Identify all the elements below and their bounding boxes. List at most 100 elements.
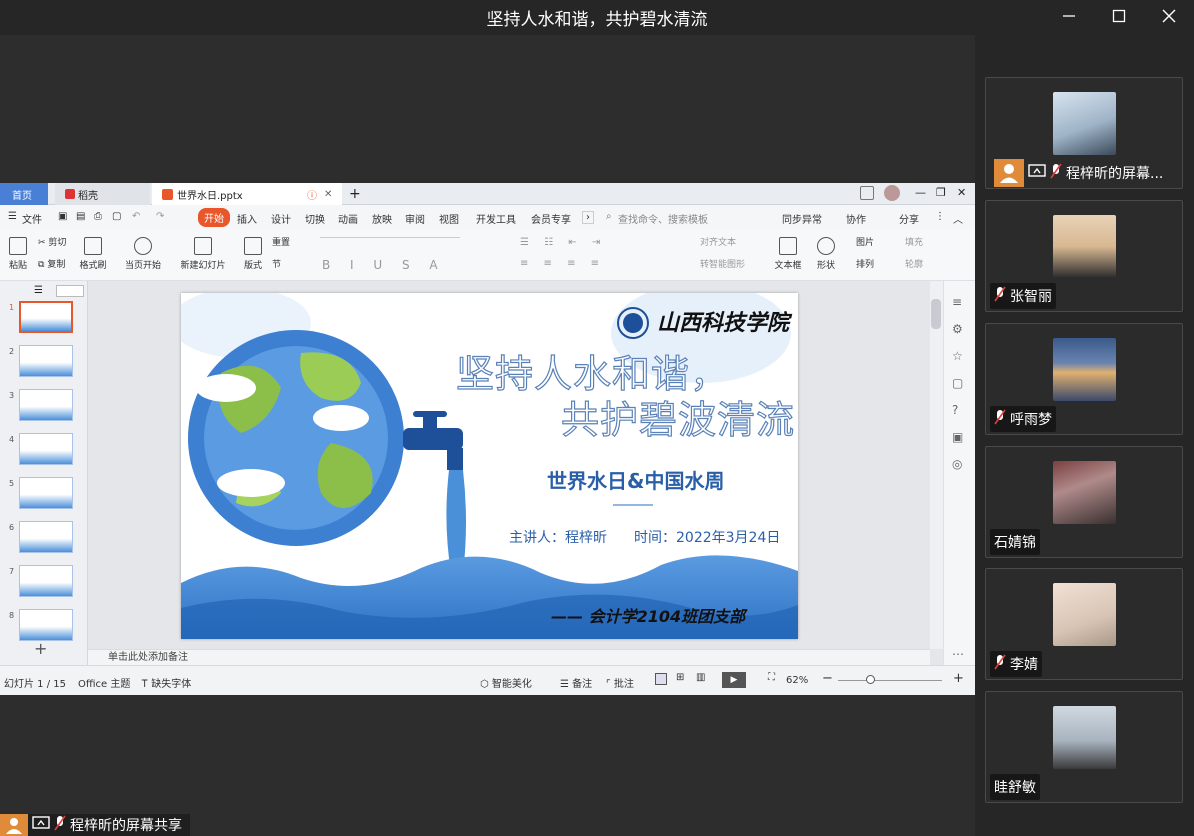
fit-window-icon[interactable]: ⛶ xyxy=(768,672,775,683)
zoom-slider-knob[interactable] xyxy=(866,675,876,684)
participant-card[interactable]: 李婧 xyxy=(985,568,1183,680)
menu-insert[interactable]: 插入 xyxy=(237,211,257,226)
zoom-level[interactable]: 62% xyxy=(786,675,808,686)
theme-name[interactable]: Office 主题 xyxy=(78,675,130,690)
textbox-button[interactable]: 文本框 xyxy=(770,237,806,271)
menu-review[interactable]: 审阅 xyxy=(405,211,425,226)
new-slide-button[interactable]: 新建幻灯片 xyxy=(178,237,228,271)
slide-thumbnail[interactable] xyxy=(19,433,73,465)
sync-status[interactable]: 同步异常 xyxy=(782,211,822,226)
print-icon[interactable]: ⎙ xyxy=(94,211,102,222)
shape-button[interactable]: 形状 xyxy=(812,237,840,271)
notes-area[interactable]: 单击此处添加备注 xyxy=(88,649,930,665)
new-tab-button[interactable]: + xyxy=(345,183,365,205)
more-tabs-icon[interactable]: › xyxy=(582,211,594,224)
reading-view-icon[interactable]: ▥ xyxy=(696,672,705,683)
avatar[interactable] xyxy=(884,185,900,201)
more-icon[interactable]: ⋮ xyxy=(935,211,945,222)
command-search[interactable]: 查找命令、搜索模板 xyxy=(618,211,708,226)
preview-icon[interactable]: ▢ xyxy=(112,211,121,222)
more-icon[interactable]: ⋯ xyxy=(952,647,964,661)
slide-thumbnail[interactable] xyxy=(19,477,73,509)
share-button[interactable]: 分享 xyxy=(899,211,919,226)
participant-card[interactable]: 石婧锦 xyxy=(985,446,1183,558)
scroll-thumb[interactable] xyxy=(931,299,941,329)
slide-thumbnail[interactable] xyxy=(19,565,73,597)
wps-minimize-icon[interactable]: — xyxy=(915,186,926,199)
zoom-slider[interactable] xyxy=(838,680,942,681)
layout-icon[interactable] xyxy=(860,186,874,200)
menu-slideshow[interactable]: 放映 xyxy=(372,211,392,226)
cut-button[interactable]: ✂ 剪切 xyxy=(38,235,66,248)
participant-label: 李婧 xyxy=(990,651,1042,677)
collaborate-button[interactable]: 协作 xyxy=(846,211,866,226)
slide-thumbnail[interactable] xyxy=(19,345,73,377)
font-family-field[interactable] xyxy=(320,237,460,238)
minimize-button[interactable] xyxy=(1044,0,1094,32)
align-text-button[interactable]: 对齐文本 xyxy=(700,235,736,248)
participant-card[interactable]: 呼雨梦 xyxy=(985,323,1183,435)
export-icon[interactable]: ▤ xyxy=(76,211,85,222)
section-button[interactable]: 节 xyxy=(272,257,281,270)
slide-thumbnail[interactable] xyxy=(19,301,73,333)
play-from-current-button[interactable]: 当页开始 xyxy=(122,237,164,271)
hamburger-icon[interactable]: ☰ xyxy=(8,211,17,222)
slide-thumbnail[interactable] xyxy=(19,521,73,553)
align-buttons[interactable]: ≡ ≡ ≡ ≡ xyxy=(520,258,605,269)
slide-scrollbar[interactable] xyxy=(930,281,943,649)
zoom-out-icon[interactable]: − xyxy=(822,671,833,686)
current-slide[interactable]: 山西科技学院 坚持人水和谐， 共护碧波清流 世界水日&中国水周 主讲人：程梓昕 … xyxy=(181,293,798,639)
smart-art-button[interactable]: 转智能图形 xyxy=(700,257,745,270)
warning-icon: ⓘ xyxy=(307,190,317,202)
tab-docer[interactable]: 稻壳 xyxy=(55,183,150,205)
participant-card[interactable]: 程梓昕的屏幕... xyxy=(985,77,1183,189)
menu-animation[interactable]: 动画 xyxy=(338,211,358,226)
beautify-button[interactable]: ⬡ 智能美化 xyxy=(480,675,532,690)
menu-transition[interactable]: 切换 xyxy=(305,211,325,226)
font-style-buttons[interactable]: B I U S A xyxy=(322,258,446,272)
participant-card[interactable]: 眭舒敏 xyxy=(985,691,1183,803)
play-slideshow-icon[interactable]: ▶ xyxy=(722,672,746,688)
side-tool-icons[interactable]: ≡ ⚙ ☆ ▢? ▣ ◎ xyxy=(952,289,963,478)
menu-design[interactable]: 设计 xyxy=(271,211,291,226)
slide-thumbnail[interactable] xyxy=(19,609,73,641)
normal-view-icon[interactable] xyxy=(655,673,667,685)
format-painter-button[interactable]: 格式刷 xyxy=(78,237,108,271)
comments-toggle[interactable]: ⌜ 批注 xyxy=(606,675,634,690)
layout-button[interactable]: 版式 xyxy=(240,237,266,271)
menu-view[interactable]: 视图 xyxy=(439,211,459,226)
zoom-in-icon[interactable]: + xyxy=(953,671,964,686)
fill-button[interactable]: 填充 xyxy=(905,235,923,248)
slide-thumbnail[interactable] xyxy=(19,389,73,421)
menu-vip[interactable]: 会员专享 xyxy=(531,211,571,226)
side-toolbar: ≡ ⚙ ☆ ▢? ▣ ◎ ⋯ xyxy=(943,281,975,665)
redo-icon[interactable]: ↷ xyxy=(156,211,164,222)
outline-button[interactable]: 轮廓 xyxy=(905,257,923,270)
save-icon[interactable]: ▣ xyxy=(58,211,67,222)
wps-close-icon[interactable]: ✕ xyxy=(957,186,966,199)
missing-font-button[interactable]: Ꭲ 缺失字体 xyxy=(142,675,191,690)
reset-button[interactable]: 重置 xyxy=(272,235,290,248)
menu-developer[interactable]: 开发工具 xyxy=(476,211,516,226)
sorter-view-icon[interactable]: ⊞ xyxy=(676,672,684,683)
list-buttons[interactable]: ☰ ☷ ⇤ ⇥ xyxy=(520,237,606,248)
tab-home[interactable]: 首页 xyxy=(0,183,48,205)
paste-button[interactable]: 粘贴 xyxy=(4,237,32,271)
arrange-button[interactable]: 排列 xyxy=(856,257,874,270)
maximize-button[interactable] xyxy=(1094,0,1144,32)
copy-button[interactable]: ⧉ 复制 xyxy=(38,257,65,270)
menu-home[interactable]: 开始 xyxy=(198,208,230,227)
tab-document[interactable]: 世界水日.pptx ⓘ ✕ xyxy=(152,183,342,205)
close-button[interactable] xyxy=(1144,0,1194,32)
add-slide-icon[interactable]: + xyxy=(34,639,47,658)
collapse-ribbon-icon[interactable]: ︿ xyxy=(953,211,963,226)
wps-restore-icon[interactable]: ❐ xyxy=(936,186,946,199)
notes-toggle[interactable]: ☰ 备注 xyxy=(560,675,592,690)
menu-file[interactable]: 文件 xyxy=(22,211,42,226)
undo-icon[interactable]: ↶ xyxy=(132,211,140,222)
picture-button[interactable]: 图片 xyxy=(856,235,874,248)
participant-card[interactable]: 张智丽 xyxy=(985,200,1183,312)
close-tab-icon[interactable]: ✕ xyxy=(324,189,332,200)
outline-view-icon[interactable]: ☰ xyxy=(34,285,43,296)
slide-view-icon[interactable] xyxy=(56,285,84,297)
